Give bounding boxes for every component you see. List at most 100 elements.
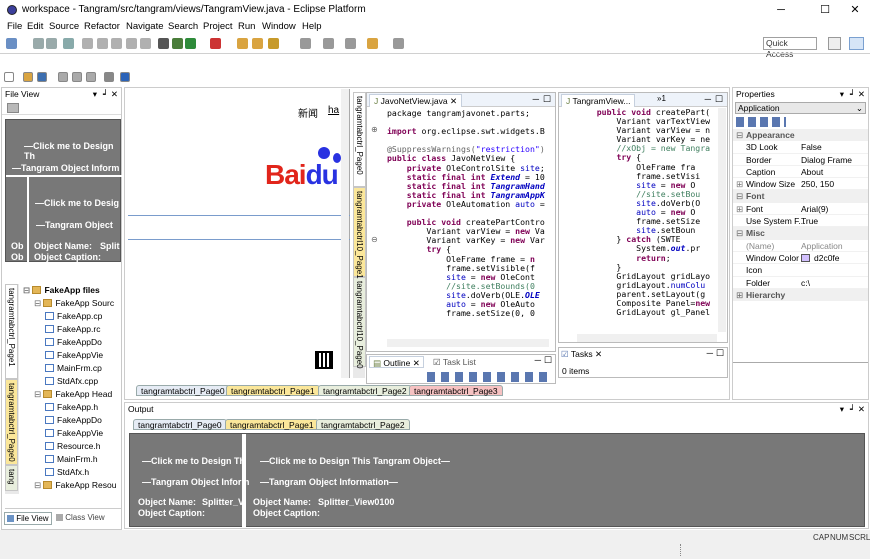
tree-item[interactable]: MainFrm.cp <box>19 362 121 375</box>
tree-item[interactable]: FakeAppVie <box>19 427 121 440</box>
save-all-icon[interactable] <box>46 38 57 49</box>
collapse-icon[interactable]: ⊟ <box>34 480 43 490</box>
forward-icon[interactable] <box>393 38 404 49</box>
tree-item[interactable]: StdAfx.h <box>19 466 121 479</box>
tree-item[interactable]: StdAfx.cpp <box>19 375 121 388</box>
tab-tangramtabctrl10-page1[interactable]: tangramtabctrl10_Page1 <box>353 187 366 279</box>
external-tools-icon[interactable] <box>210 38 221 49</box>
property-row[interactable]: Caption About <box>733 166 868 179</box>
nested-design-link[interactable]: —Click me to Desig <box>35 198 119 208</box>
property-value-cell[interactable]: Arial(9) <box>801 203 828 215</box>
gear-icon[interactable] <box>158 38 169 49</box>
print-icon[interactable] <box>104 72 114 82</box>
resume-icon[interactable] <box>111 38 122 49</box>
skip-icon[interactable] <box>97 38 108 49</box>
pin-icon[interactable]: ┙ <box>850 88 855 101</box>
maximize-button[interactable]: ☐ <box>810 0 840 20</box>
property-row[interactable]: Folder c:\ <box>733 277 868 289</box>
menu-navigate[interactable]: Navigate <box>126 21 164 32</box>
design-link[interactable]: —Click me to Design Th <box>142 456 245 466</box>
collapse-icon[interactable]: ⊟ <box>34 298 43 308</box>
close-icon[interactable]: ✕ <box>858 403 865 416</box>
open-icon[interactable] <box>23 72 33 82</box>
maximize-icon[interactable]: ☐ <box>544 355 552 366</box>
paste-icon[interactable] <box>86 72 96 82</box>
tree-item[interactable]: ⊟ FakeApp files <box>19 284 121 297</box>
menu-window[interactable]: Window <box>262 21 296 32</box>
step-icon[interactable] <box>126 38 137 49</box>
menu-help[interactable]: Help <box>302 21 322 32</box>
cut-icon[interactable] <box>58 72 68 82</box>
tab-tangramview[interactable]: J TangramView... <box>561 94 636 107</box>
quick-access-input[interactable]: Quick Access <box>763 37 817 59</box>
tree-item[interactable]: ⊟ FakeApp Sourc <box>19 297 121 310</box>
open-perspective-icon[interactable] <box>828 37 841 50</box>
open-type-icon[interactable] <box>252 38 263 49</box>
collapse-icon[interactable]: ⊟ <box>736 227 743 239</box>
close-icon[interactable]: ✕ <box>858 88 865 101</box>
close-icon[interactable]: ✕ <box>450 96 457 106</box>
pin-icon[interactable]: ▾ <box>93 88 97 101</box>
tab-outline[interactable]: ▤ Outline ✕ <box>369 356 424 368</box>
horizontal-scrollbar[interactable] <box>577 334 717 342</box>
sort-icons[interactable] <box>736 117 786 127</box>
property-row[interactable]: Window Color d2c0fe <box>733 252 868 265</box>
save-icon[interactable] <box>33 38 44 49</box>
news-link[interactable]: 新闻 <box>298 105 318 120</box>
property-row[interactable]: (Name) Application <box>733 240 868 252</box>
property-value-cell[interactable]: d2c0fe <box>801 252 840 264</box>
prev-annotation-icon[interactable] <box>323 38 334 49</box>
menu-search[interactable]: Search <box>168 21 198 32</box>
menu-refactor[interactable]: Refactor <box>84 21 120 32</box>
tab-tangramtabctrl-page0[interactable]: tangramtabctrl_Page0 <box>5 379 18 465</box>
collapse-icon[interactable]: ⊟ <box>736 129 743 141</box>
more-tabs[interactable]: »1 <box>657 94 666 103</box>
tab-tangramtabctrl10-page0[interactable]: tangramtabctrl10_Page0 <box>353 277 366 369</box>
tab-tangramtabctrl-page1[interactable]: tangramtabctrl_Page1 <box>226 385 320 396</box>
folder-icon[interactable] <box>237 38 248 49</box>
menu-run[interactable]: Run <box>238 21 255 32</box>
property-value-cell[interactable]: c:\ <box>801 277 810 289</box>
tab-task-list[interactable]: ☑ Task List <box>433 357 476 368</box>
menu-edit[interactable]: Edit <box>27 21 43 32</box>
minimize-icon[interactable]: ─ <box>535 355 541 365</box>
tab-tang[interactable]: tang <box>5 465 18 491</box>
dropdown-icon[interactable]: ▾ <box>840 403 844 416</box>
property-row[interactable]: ⊞ Font Arial(9) <box>733 203 868 216</box>
menu-project[interactable]: Project <box>203 21 233 32</box>
minimize-icon[interactable]: ─ <box>533 94 539 104</box>
close-button[interactable]: ✕ <box>840 0 870 20</box>
property-row[interactable]: Icon <box>733 264 868 277</box>
horizontal-scrollbar[interactable] <box>387 339 549 347</box>
collapse-icon[interactable]: ⊟ <box>736 190 743 202</box>
property-value-cell[interactable]: False <box>801 141 822 153</box>
tree-item[interactable]: FakeApp.rc <box>19 323 121 336</box>
tab-tangramtabctrl-page1[interactable]: tangramtabctrl_Page1 <box>225 419 319 430</box>
tab-file-view[interactable]: File View <box>4 512 52 525</box>
new-icon[interactable] <box>4 72 14 82</box>
expand-icon[interactable]: ⊞ <box>736 178 743 190</box>
property-category[interactable]: ⊞ Hierarchy <box>733 288 868 302</box>
property-row[interactable]: ⊞ Window Size 250, 150 <box>733 178 868 191</box>
tab-tangramtabctrl-page3[interactable]: tangramtabctrl_Page3 <box>409 385 503 396</box>
property-category[interactable]: ⊟ Font <box>733 190 868 203</box>
property-row[interactable]: 3D Look False <box>733 141 868 154</box>
maximize-icon[interactable]: ☐ <box>543 94 551 105</box>
print-icon[interactable] <box>63 38 74 49</box>
tree-item[interactable]: Resource.h <box>19 440 121 453</box>
property-value-cell[interactable]: 250, 150 <box>801 178 834 190</box>
outline-toolbar-icons[interactable] <box>427 372 547 382</box>
new-icon[interactable] <box>6 38 17 49</box>
tree-item[interactable]: FakeAppVie <box>19 349 121 362</box>
property-value-cell[interactable]: True <box>801 215 818 227</box>
code-editor[interactable]: public void createPart( Variant varTextV… <box>577 108 717 332</box>
tree-item[interactable]: FakeAppDo <box>19 414 121 427</box>
terminate-icon[interactable] <box>140 38 151 49</box>
run-icon[interactable] <box>185 38 196 49</box>
property-category[interactable]: ⊟ Misc <box>733 227 868 240</box>
property-row[interactable]: Border Dialog Frame <box>733 154 868 166</box>
object-selector[interactable]: Application ⌄ <box>735 102 866 114</box>
menu-file[interactable]: File <box>7 21 22 32</box>
properties-icon[interactable] <box>7 103 19 113</box>
vertical-scrollbar[interactable] <box>718 108 726 332</box>
